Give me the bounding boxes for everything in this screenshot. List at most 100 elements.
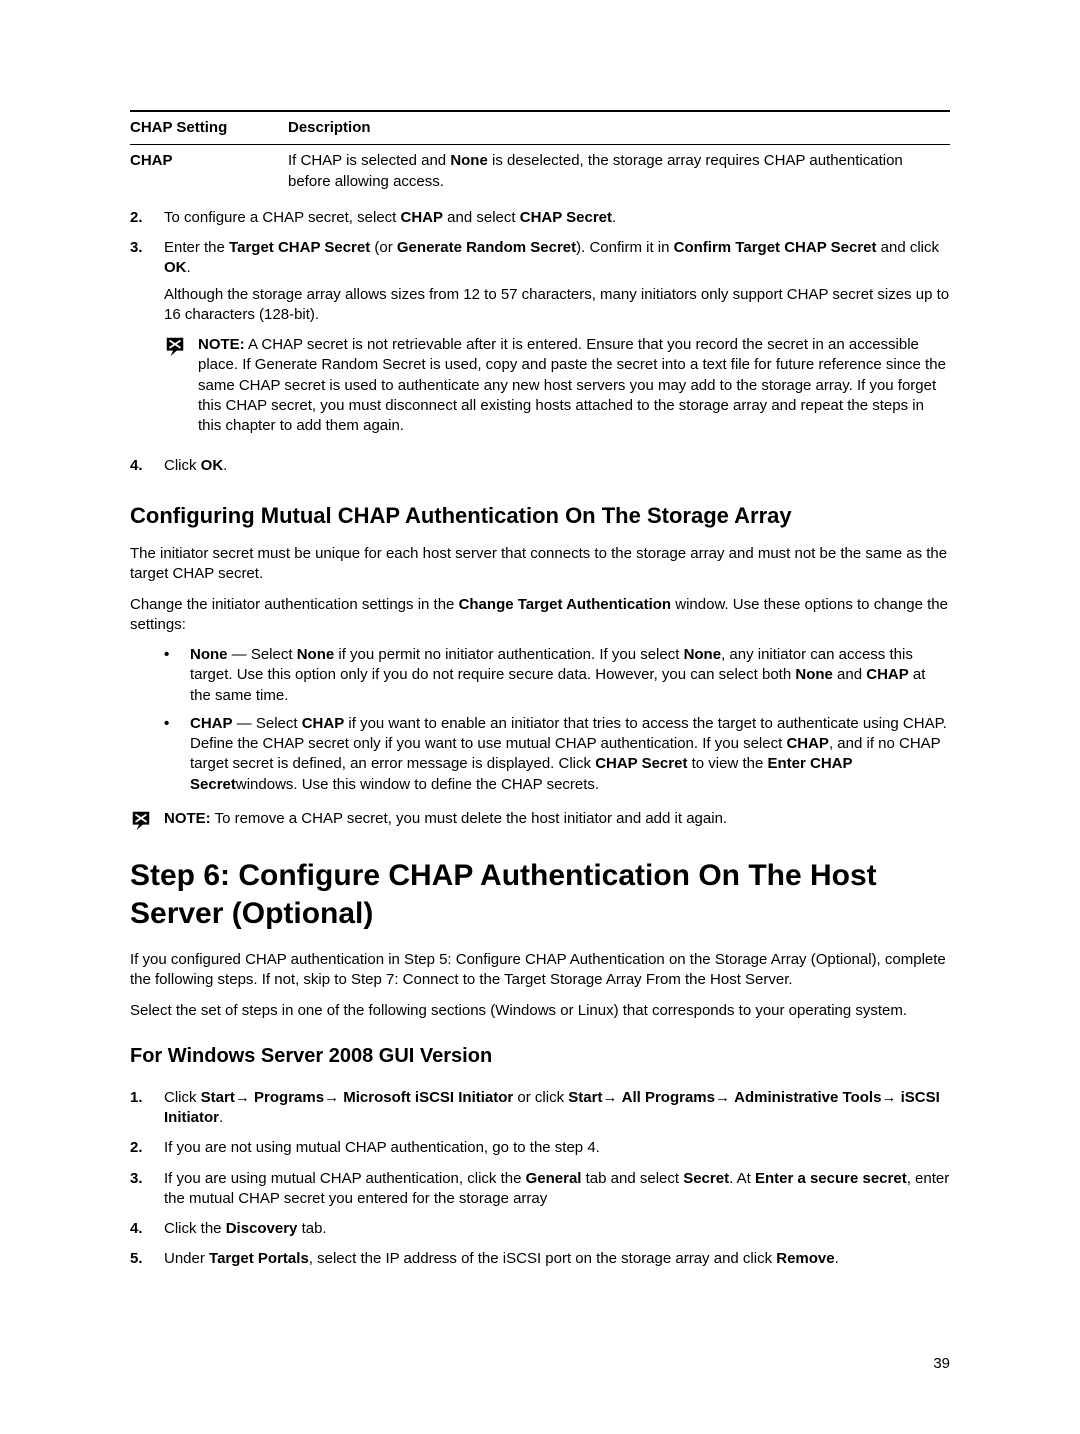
text: windows. Use this window to define the C… [236,776,599,793]
td-setting: CHAP [130,145,288,198]
text: If CHAP is selected and [288,152,450,169]
step-body: Enter the Target CHAP Secret (or Generat… [164,238,950,446]
text: . [187,259,191,276]
text-bold: OK [164,259,187,276]
note-box: NOTE: A CHAP secret is not retrievable a… [164,335,950,436]
text-bold: Change Target Authentication [459,596,672,613]
text-bold: None [450,152,488,169]
bullet-icon: • [164,714,190,795]
bullet-text: CHAP — Select CHAP if you want to enable… [190,714,950,795]
text-bold: All Programs [622,1089,715,1106]
paragraph: Although the storage array allows sizes … [164,285,950,326]
text: . [612,209,616,226]
text: To remove a CHAP secret, you must delete… [211,810,727,827]
step-number: 5. [130,1249,164,1269]
step-body: Click the Discovery tab. [164,1219,950,1239]
text: — Select [233,715,302,732]
step-number: 1. [130,1088,164,1129]
arrow-icon: → [324,1089,343,1106]
step-number: 4. [130,1219,164,1239]
text-bold: None [190,646,228,663]
step-body: Under Target Portals, select the IP addr… [164,1249,950,1269]
list-item: 2. If you are not using mutual CHAP auth… [130,1138,950,1158]
page: CHAP Setting Description CHAP If CHAP is… [0,0,1080,1434]
text-bold: Target CHAP Secret [229,239,370,256]
text-bold: Microsoft iSCSI Initiator [343,1089,513,1106]
text-bold: General [526,1170,582,1187]
subsection-heading: For Windows Server 2008 GUI Version [130,1043,950,1070]
step-number: 2. [130,1138,164,1158]
steps-list-b: 1. Click Start→ Programs→ Microsoft iSCS… [130,1088,950,1270]
text-bold: None [684,646,722,663]
text-bold: CHAP [786,735,829,752]
step-number: 3. [130,1169,164,1210]
note-text: NOTE: A CHAP secret is not retrievable a… [198,335,950,436]
note-label: NOTE: [198,336,245,353]
list-item: 1. Click Start→ Programs→ Microsoft iSCS… [130,1088,950,1129]
text: If you are using mutual CHAP authenticat… [164,1170,526,1187]
paragraph: Change the initiator authentication sett… [130,595,950,636]
paragraph: The initiator secret must be unique for … [130,544,950,585]
chap-table: CHAP Setting Description CHAP If CHAP is… [130,110,950,198]
step-number: 2. [130,208,164,228]
table-row: CHAP If CHAP is selected and None is des… [130,145,950,198]
arrow-icon: → [602,1089,621,1106]
note-label: NOTE: [164,810,211,827]
step-number: 4. [130,456,164,476]
text: Change the initiator authentication sett… [130,596,459,613]
text: — Select [228,646,297,663]
text: and [833,666,866,683]
text: A CHAP secret is not retrievable after i… [198,336,946,434]
text: . At [729,1170,755,1187]
text-bold: CHAP [401,209,444,226]
text: To configure a CHAP secret, select [164,209,401,226]
text: tab and select [581,1170,683,1187]
text-bold: CHAP [866,666,909,683]
page-title: Step 6: Configure CHAP Authentication On… [130,857,950,932]
list-item: 3. Enter the Target CHAP Secret (or Gene… [130,238,950,446]
text-bold: Remove [776,1250,834,1267]
arrow-icon: → [235,1089,254,1106]
text: ). Confirm it in [576,239,674,256]
step-body: If you are not using mutual CHAP authent… [164,1138,950,1158]
text: Enter the [164,239,229,256]
text-bold: Generate Random Secret [397,239,576,256]
note-text: NOTE: To remove a CHAP secret, you must … [164,809,950,837]
text-bold: Start [201,1089,235,1106]
list-item: • None — Select None if you permit no in… [164,645,950,706]
step-body: To configure a CHAP secret, select CHAP … [164,208,950,228]
step-body: If you are using mutual CHAP authenticat… [164,1169,950,1210]
text: to view the [687,755,767,772]
text-bold: Administrative Tools [734,1089,881,1106]
list-item: 4. Click OK. [130,456,950,476]
list-item: 4. Click the Discovery tab. [130,1219,950,1239]
text: Click the [164,1220,226,1237]
text: and click [876,239,939,256]
text: if you permit no initiator authenticatio… [334,646,683,663]
list-item: 2. To configure a CHAP secret, select CH… [130,208,950,228]
arrow-icon: → [881,1089,900,1106]
text-bold: CHAP Secret [595,755,687,772]
text-bold: None [795,666,833,683]
paragraph: Select the set of steps in one of the fo… [130,1001,950,1021]
note-box: NOTE: To remove a CHAP secret, you must … [130,809,950,837]
bullet-icon: • [164,645,190,706]
text-bold: CHAP [190,715,233,732]
bullet-text: None — Select None if you permit no init… [190,645,950,706]
text-bold: Target Portals [209,1250,309,1267]
bullet-list: • None — Select None if you permit no in… [164,645,950,795]
text-bold: Programs [254,1089,324,1106]
text-bold: Secret [683,1170,729,1187]
text-bold: Enter a secure secret [755,1170,907,1187]
th-description: Description [288,111,950,145]
text: or click [513,1089,568,1106]
text: (or [370,239,397,256]
page-number: 39 [933,1354,950,1374]
list-item: • CHAP — Select CHAP if you want to enab… [164,714,950,795]
step-body: Click OK. [164,456,950,476]
text: . [219,1109,223,1126]
note-icon [130,809,164,837]
step-body: Click Start→ Programs→ Microsoft iSCSI I… [164,1088,950,1129]
text-bold: CHAP [302,715,345,732]
text: Click [164,1089,201,1106]
